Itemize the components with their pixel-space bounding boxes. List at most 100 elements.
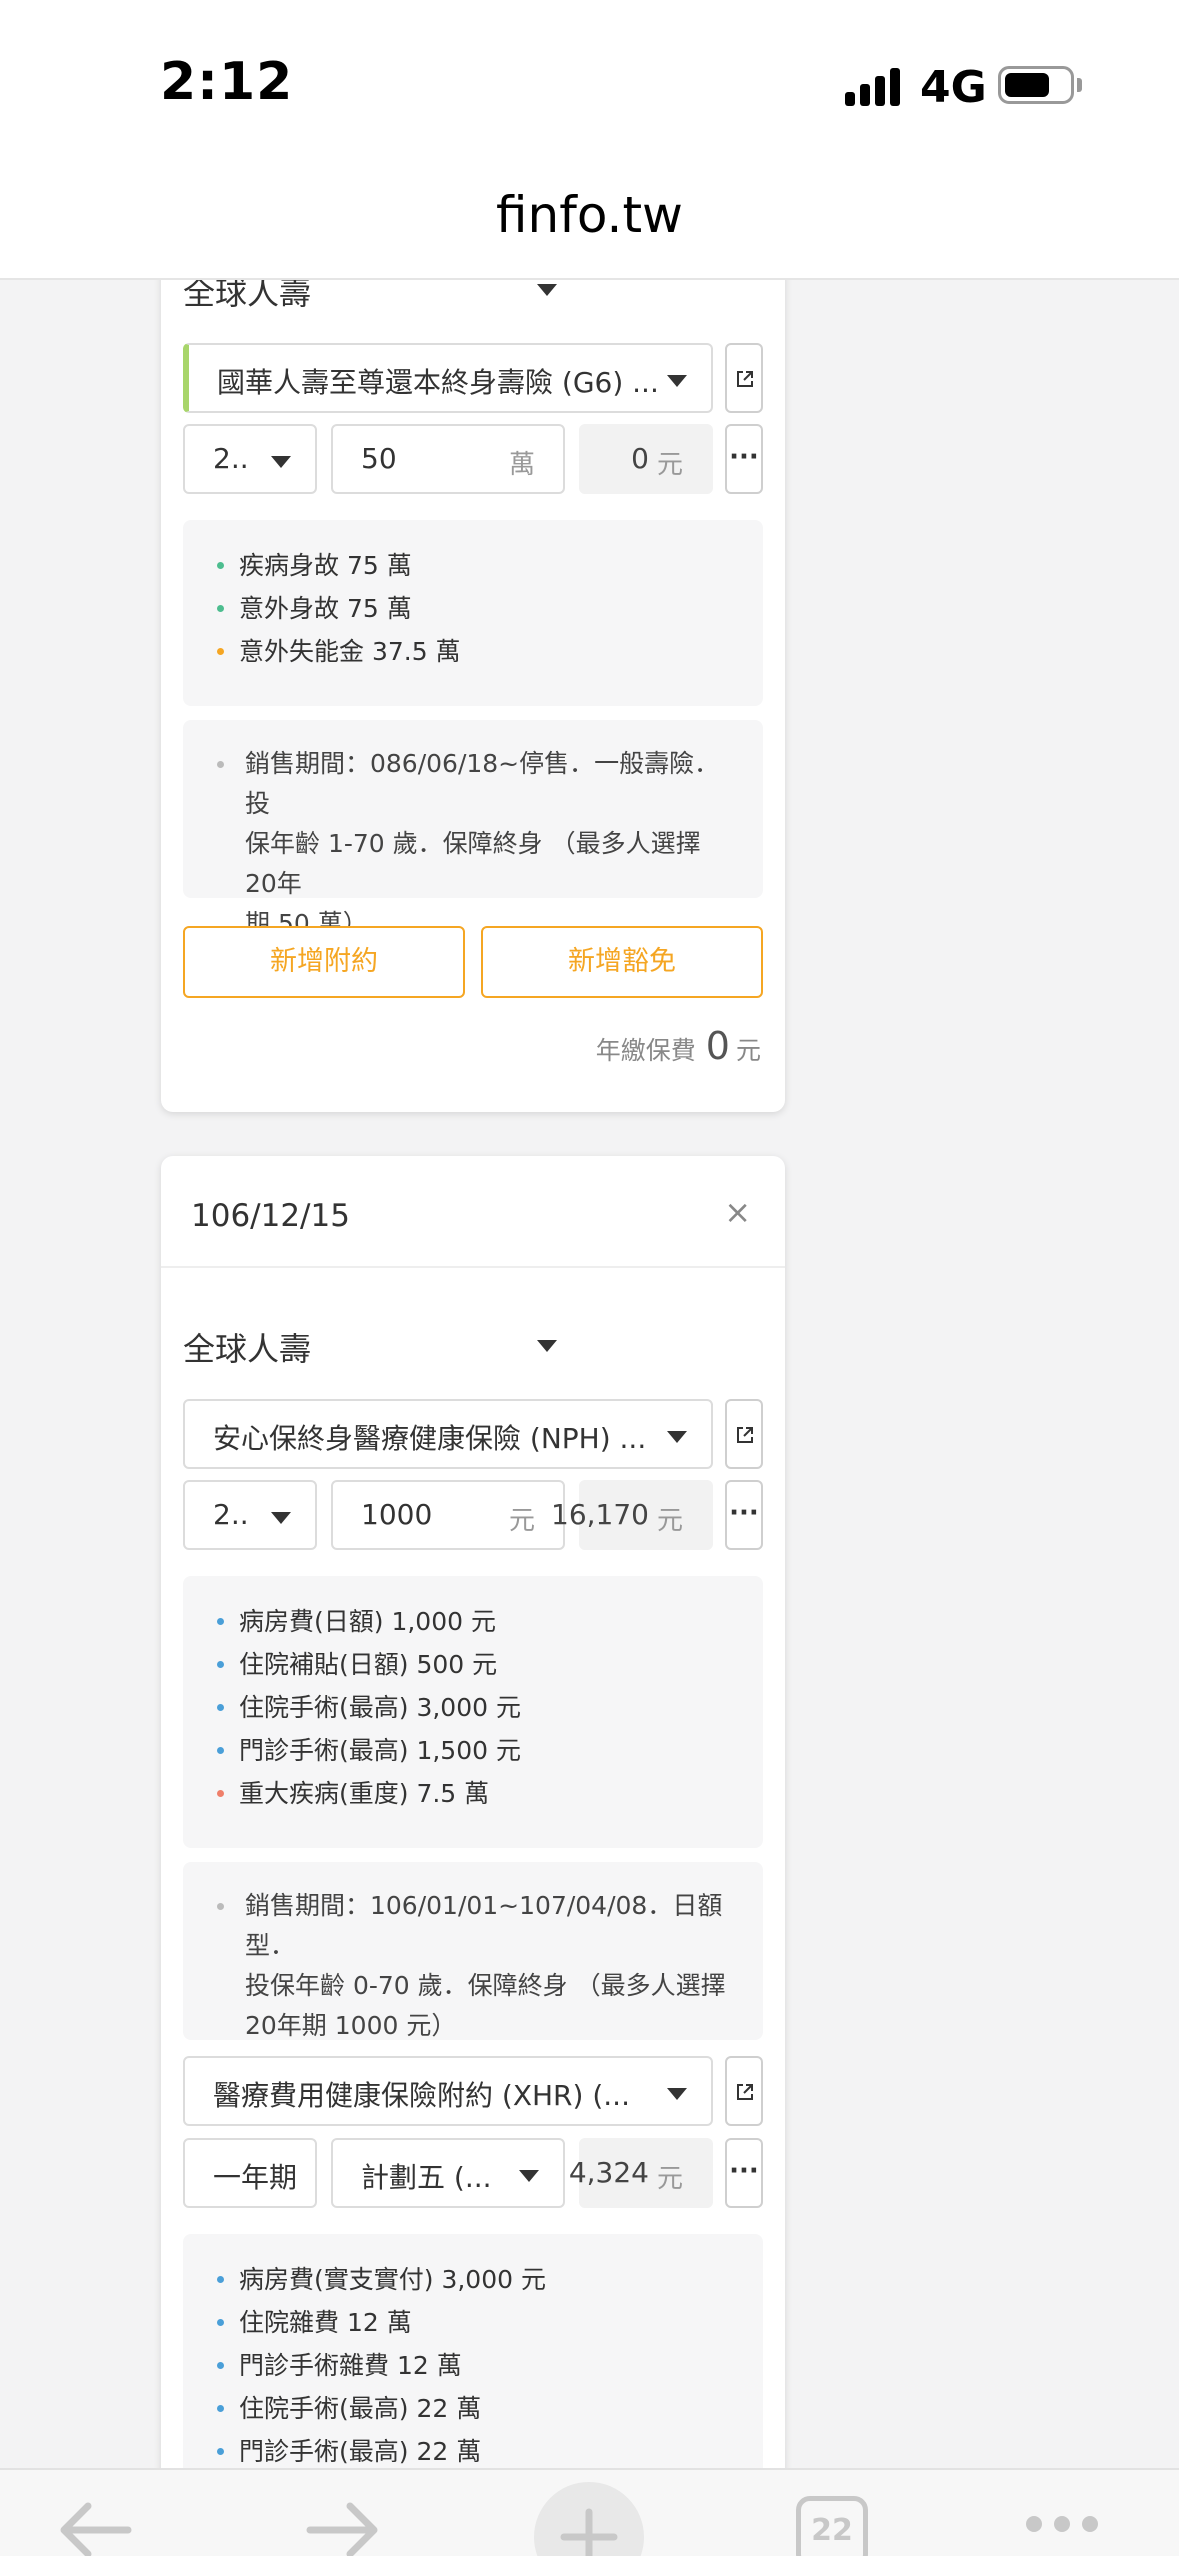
benefits-box: 病房費(日額) 1,000 元住院補貼(日額) 500 元住院手術(最高) 3,… (183, 1576, 763, 1848)
bullet-dot (217, 2319, 224, 2326)
bullet-dot (217, 648, 224, 655)
signal-icon (845, 66, 905, 106)
card-header: 106/12/15 × (161, 1156, 785, 1268)
chevron-down-icon (271, 456, 291, 468)
benefit-text: 病房費(實支實付) 3,000 元 (239, 2265, 546, 2294)
more-menu-button[interactable] (1024, 2514, 1100, 2538)
page-domain[interactable]: finfo.tw (0, 186, 1179, 244)
rider-plan-select[interactable]: 計劃五 (... (331, 2138, 565, 2208)
note-line: 投保年齡 0-70 歲．保障終身 （最多人選擇 (245, 1971, 726, 2000)
company-label: 全球人壽 (183, 280, 312, 312)
term-value: 2.. (213, 1498, 249, 1531)
bullet-dot (217, 1618, 224, 1625)
benefit-text: 住院手術(最高) 22 萬 (239, 2394, 482, 2423)
benefit-item: 重大疾病(重度) 7.5 萬 (217, 1772, 739, 1815)
external-link-icon (737, 1427, 753, 1443)
policy-controls: 2.. 1000 元 16,170 元 ··· (183, 1480, 763, 1550)
back-button[interactable] (58, 2500, 132, 2556)
bullet-dot (217, 2448, 224, 2455)
new-tab-button[interactable] (534, 2482, 644, 2556)
benefit-text: 重大疾病(重度) 7.5 萬 (239, 1779, 490, 1808)
chevron-down-icon (271, 1512, 291, 1524)
product-select[interactable]: 安心保終身醫療健康保險 (NPH) ... (183, 1399, 713, 1469)
policy-card: 全球人壽 國華人壽至尊還本終身壽險 (G6) ... 2.. 50 萬 0 元 … (161, 280, 785, 1112)
term-select[interactable]: 2.. (183, 424, 317, 494)
bullet-dot (217, 1747, 224, 1754)
company-label: 全球人壽 (183, 1330, 312, 1368)
arrow-right-icon (306, 2502, 378, 2556)
rider-term-value: 一年期 (213, 2161, 298, 2194)
rider-plan-value: 計劃五 (... (361, 2161, 492, 2194)
amount-value: 50 (361, 442, 397, 475)
bullet-dot (217, 1790, 224, 1797)
benefit-text: 住院雜費 12 萬 (239, 2308, 412, 2337)
external-link-icon (737, 371, 753, 387)
add-rider-button[interactable]: 新增附約 (183, 926, 465, 998)
company-select[interactable]: 全球人壽 (183, 280, 743, 328)
bullet-dot (217, 2276, 224, 2283)
battery-tip (1077, 78, 1082, 92)
benefit-item: 疾病身故 75 萬 (217, 544, 739, 587)
benefit-item: 門診手術(最高) 1,500 元 (217, 1729, 739, 1772)
tab-count: 22 (811, 2513, 853, 2548)
bullet-dot (217, 562, 224, 569)
ellipsis-icon (1026, 2516, 1098, 2532)
benefits-box: 疾病身故 75 萬意外身故 75 萬意外失能金 37.5 萬 (183, 520, 763, 706)
chevron-down-icon (667, 2088, 687, 2100)
chevron-down-icon (667, 1431, 687, 1443)
rider-controls: 一年期 計劃五 (... 4,324 元 ··· (183, 2138, 763, 2208)
more-options-button[interactable]: ··· (725, 1480, 763, 1550)
benefit-item: 住院手術(最高) 3,000 元 (217, 1686, 739, 1729)
note-line: 20年期 1000 元） (245, 2011, 457, 2040)
rider-term[interactable]: 一年期 (183, 2138, 317, 2208)
term-select[interactable]: 2.. (183, 1480, 317, 1550)
plus-icon (560, 2508, 618, 2556)
add-waiver-button[interactable]: 新增豁免 (481, 926, 763, 998)
note-line: 銷售期間：086/06/18~停售．一般壽險．投 (245, 749, 720, 818)
premium-value: 0 (631, 442, 649, 475)
benefit-text: 住院手術(最高) 3,000 元 (239, 1693, 521, 1722)
open-link-button[interactable] (725, 343, 763, 413)
policy-card: 106/12/15 × 全球人壽 安心保終身醫療健康保險 (NPH) ... 2… (161, 1156, 785, 2468)
bullet-dot (217, 1704, 224, 1711)
chevron-down-icon (667, 375, 687, 387)
arrow-left-icon (60, 2502, 132, 2556)
benefit-item: 意外失能金 37.5 萬 (217, 630, 739, 673)
benefits-list: 病房費(日額) 1,000 元住院補貼(日額) 500 元住院手術(最高) 3,… (217, 1600, 739, 1815)
benefit-item: 意外身故 75 萬 (217, 587, 739, 630)
page-content: 全球人壽 國華人壽至尊還本終身壽險 (G6) ... 2.. 50 萬 0 元 … (0, 280, 1179, 2468)
company-select[interactable]: 全球人壽 (183, 1324, 743, 1384)
chevron-down-icon (519, 2170, 539, 2182)
term-value: 2.. (213, 442, 249, 475)
bullet-dot (217, 2362, 224, 2369)
note-line: 銷售期間：106/01/01~107/04/08．日額型． (245, 1891, 723, 1960)
bullet-dot (217, 1661, 224, 1668)
benefit-text: 疾病身故 75 萬 (239, 551, 412, 580)
more-options-button[interactable]: ··· (725, 424, 763, 494)
browser-address-bar[interactable]: finfo.tw (0, 160, 1179, 280)
rider-open-link-button[interactable] (725, 2056, 763, 2126)
benefit-item: 門診手術雜費 12 萬 (217, 2344, 739, 2387)
product-select[interactable]: 國華人壽至尊還本終身壽險 (G6) ... (183, 343, 713, 413)
forward-button[interactable] (306, 2500, 380, 2556)
bullet-dot (217, 1903, 224, 1910)
bullet-dot (217, 605, 224, 612)
note-line: 保年齡 1-70 歲．保障終身 （最多人選擇 20年 (245, 829, 701, 898)
amount-input[interactable]: 50 萬 (331, 424, 565, 494)
amount-unit: 萬 (508, 450, 535, 480)
rider-select[interactable]: 醫療費用健康保險附約 (XHR) (... (183, 2056, 713, 2126)
rider-benefits-box: 病房費(實支實付) 3,000 元住院雜費 12 萬門診手術雜費 12 萬住院手… (183, 2234, 763, 2468)
product-name: 安心保終身醫療健康保險 (NPH) ... (213, 1422, 647, 1455)
rider-more-options-button[interactable]: ··· (725, 2138, 763, 2208)
sales-note: 銷售期間：086/06/18~停售．一般壽險．投 保年齡 1-70 歲．保障終身… (217, 744, 739, 944)
benefit-item: 病房費(日額) 1,000 元 (217, 1600, 739, 1643)
amount-unit: 元 (508, 1506, 535, 1536)
close-icon[interactable]: × (724, 1196, 751, 1228)
premium-field: 0 元 (579, 424, 713, 494)
tabs-button[interactable]: 22 (796, 2496, 868, 2556)
annual-premium-label: 年繳保費 (595, 1036, 696, 1065)
benefits-list: 疾病身故 75 萬意外身故 75 萬意外失能金 37.5 萬 (217, 544, 739, 673)
amount-input[interactable]: 1000 元 (331, 1480, 565, 1550)
network-type: 4G (920, 62, 987, 113)
open-link-button[interactable] (725, 1399, 763, 1469)
